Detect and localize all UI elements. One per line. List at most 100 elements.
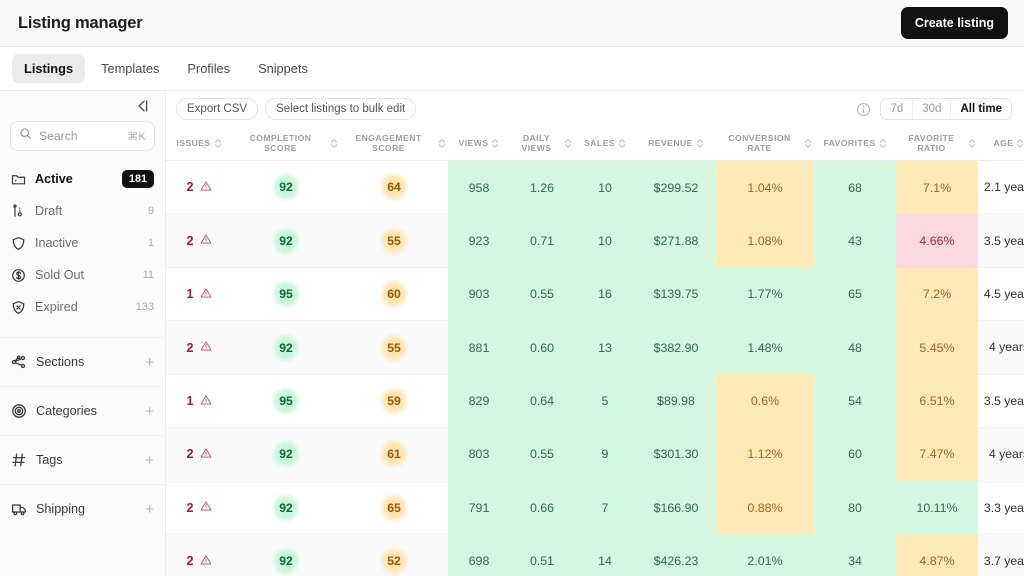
sidebar-item-sold-out[interactable]: Sold Out 11 (0, 259, 165, 291)
cell-sales: 13 (574, 320, 636, 375)
search-box[interactable]: ⌘K (10, 121, 155, 151)
column-header-daily_views[interactable]: DAILY VIEWS (510, 127, 574, 162)
column-header-favorites[interactable]: FAVORITES (814, 127, 896, 162)
listings-table-wrap: ISSUES COMPLETION SCORE ENGAGEMENT SCORE VI… (166, 127, 1024, 576)
column-header-label: AGE (993, 138, 1014, 149)
warning-icon (200, 340, 212, 355)
sidebar-item-draft[interactable]: Draft 9 (0, 195, 165, 227)
column-header-views[interactable]: VIEWS (448, 127, 510, 162)
sidebar-group-shipping[interactable]: Shipping + (0, 484, 165, 533)
cell-engagement-score: 52 (340, 534, 448, 576)
cell-sales: 7 (574, 481, 636, 535)
cell-completion-score: 92 (232, 481, 340, 535)
column-header-label: COMPLETION SCORE (249, 133, 312, 154)
column-header-engagement[interactable]: ENGAGEMENT SCORE (340, 127, 448, 162)
table-row[interactable]: 1 95 59 8290.645$89.980.6%546.51%3.5 years (166, 374, 1024, 428)
table-toolbar: Export CSV Select listings to bulk edit … (166, 91, 1024, 127)
export-csv-button[interactable]: Export CSV (176, 98, 259, 120)
cell-issues: 2 (166, 320, 232, 375)
sidebar-item-count: 11 (142, 269, 154, 281)
issues-count: 2 (186, 340, 194, 355)
range-7d[interactable]: 7d (881, 99, 912, 119)
add-categories-button[interactable]: + (145, 404, 154, 419)
column-header-conversion[interactable]: CONVERSION RATE (716, 127, 814, 162)
cell-revenue: $271.88 (636, 214, 716, 268)
add-shipping-button[interactable]: + (145, 502, 154, 517)
cell-daily-views: 0.51 (510, 534, 574, 576)
bulk-edit-button[interactable]: Select listings to bulk edit (265, 98, 417, 120)
add-tags-button[interactable]: + (145, 453, 154, 468)
engagement-score-badge: 64 (379, 172, 409, 203)
tab-listings[interactable]: Listings (12, 54, 86, 83)
listing-manager-app: Listing manager Create listing Listings T… (0, 0, 1024, 576)
column-header-fav_ratio[interactable]: FAVORITE RATIO (896, 127, 978, 162)
sidebar-item-count: 181 (121, 170, 154, 188)
column-header-revenue[interactable]: REVENUE (636, 127, 716, 162)
header-row: ISSUES COMPLETION SCORE ENGAGEMENT SCORE VI… (166, 127, 1024, 162)
completion-score-badge: 92 (271, 492, 301, 523)
engagement-score-badge: 59 (379, 386, 409, 417)
tab-templates[interactable]: Templates (89, 54, 171, 83)
cell-sales: 16 (574, 267, 636, 321)
column-header-label: SALES (584, 138, 615, 149)
tab-profiles[interactable]: Profiles (175, 54, 242, 83)
issues-count: 2 (186, 554, 194, 569)
table-row[interactable]: 2 92 52 698 0.51 14 $426.23 2.01% 34 4.87% 3.7 yea… (166, 534, 1024, 576)
info-icon[interactable] (856, 102, 871, 117)
table-row[interactable]: 2 92 64 9581.2610$299.521.04%687.1%2.1 year… (166, 160, 1024, 215)
sidebar-item-count: 1 (147, 237, 154, 249)
cell-issues: 2 (166, 534, 232, 576)
cell-conversion-rate: 1.48% (716, 320, 814, 375)
create-listing-button[interactable]: Create listing (900, 7, 1008, 39)
cell-age: 3.5 years (978, 374, 1024, 428)
column-header-sales[interactable]: SALES (574, 127, 636, 162)
column-header-completion[interactable]: COMPLETION SCORE (232, 127, 340, 162)
range-all-time[interactable]: All time (950, 99, 1011, 119)
completion-score-badge: 92 (271, 172, 301, 203)
table-row[interactable]: 2 92 61 8030.559$301.301.12%607.47%4 years (166, 427, 1024, 482)
table-row[interactable]: 1 95 60 9030.5516$139.751.77%657.2%4.5 year… (166, 267, 1024, 321)
sidebar-group-tags[interactable]: Tags + (0, 435, 165, 484)
tab-snippets[interactable]: Snippets (246, 54, 320, 83)
cell-engagement-score: 55 (340, 213, 448, 269)
warning-icon (200, 233, 212, 248)
sidebar-item-inactive[interactable]: Inactive 1 (0, 227, 165, 259)
table-row[interactable]: 2 92 65 791 0.66 7 $166.90 0.88% 80 10.11% 3.3 yea… (166, 481, 1024, 535)
table-row[interactable]: 2 92 55 8810.6013$382.901.48%485.45%4 years (166, 320, 1024, 375)
collapse-sidebar-icon[interactable] (133, 97, 151, 115)
column-header-issues[interactable]: ISSUES (166, 127, 232, 162)
cell-conversion-rate: 1.04% (716, 160, 814, 215)
cell-daily-views: 1.26 (510, 160, 574, 215)
cell-issues: 2 (166, 213, 232, 269)
cell-conversion-rate: 1.77% (716, 267, 814, 321)
cell-completion-score: 95 (232, 267, 340, 321)
truck-icon (11, 501, 27, 517)
cell-views: 881 (448, 320, 510, 375)
cell-issues: 2 (166, 160, 232, 215)
top-bar: Listing manager Create listing (0, 0, 1024, 47)
sidebar-group-categories[interactable]: Categories + (0, 386, 165, 435)
cell-age: 4 years (978, 320, 1024, 375)
sidebar-item-active[interactable]: Active 181 (0, 163, 165, 195)
cell-engagement-score: 60 (340, 267, 448, 321)
add-sections-button[interactable]: + (145, 355, 154, 370)
cell-completion-score: 92 (232, 160, 340, 215)
cell-revenue: $382.90 (636, 320, 716, 375)
listings-table: ISSUES COMPLETION SCORE ENGAGEMENT SCORE VI… (166, 127, 1024, 576)
warning-icon (200, 447, 212, 462)
sidebar-group-sections[interactable]: Sections + (0, 337, 165, 386)
table-row[interactable]: 2 92 55 923 0.71 10 $271.88 1.08% 43 4.66% 3.5 yea… (166, 213, 1024, 269)
range-30d[interactable]: 30d (912, 99, 950, 119)
tag-hash-icon (11, 452, 27, 468)
cell-favorites: 48 (814, 320, 896, 375)
sidebar-group-label: Sections (36, 355, 85, 369)
cell-favorite-ratio: 4.87% (896, 534, 978, 576)
cell-favorite-ratio: 6.51% (896, 374, 978, 428)
dollar-icon (11, 268, 26, 283)
completion-score-badge: 92 (271, 546, 301, 576)
sidebar-item-expired[interactable]: Expired 133 (0, 291, 165, 323)
cell-favorites: 43 (814, 214, 896, 268)
cell-completion-score: 92 (232, 213, 340, 269)
search-input[interactable] (39, 129, 121, 143)
column-header-age[interactable]: AGE (978, 127, 1024, 162)
